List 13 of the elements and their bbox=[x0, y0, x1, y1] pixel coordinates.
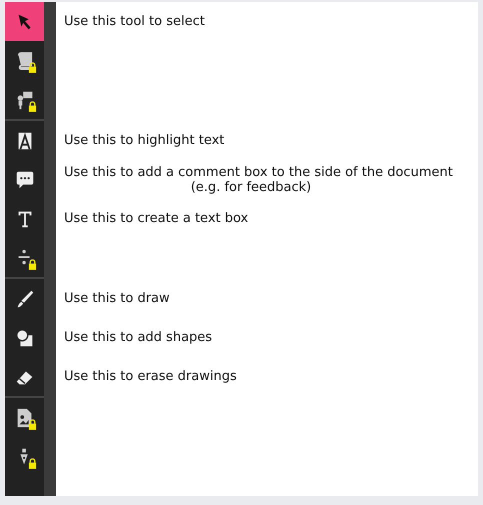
lock-icon bbox=[28, 458, 37, 469]
tool-description: Use this to highlight text bbox=[64, 133, 226, 148]
lock-icon bbox=[28, 62, 37, 73]
lock-icon bbox=[28, 419, 37, 430]
tool-description: Use this to add shapes bbox=[64, 330, 214, 345]
tool-description: Use this to create a text box bbox=[64, 211, 250, 226]
tool-description: Use this to add a comment box to the side of the document bbox=[64, 164, 454, 180]
tool-description: Use this tool to select bbox=[64, 14, 206, 29]
lock-icon bbox=[28, 101, 37, 112]
tool-note: (e.g. for feedback) bbox=[190, 180, 312, 194]
tool-description: Use this to draw bbox=[64, 291, 171, 306]
tool-description: Use this to erase drawings bbox=[64, 369, 238, 384]
lock-icon bbox=[28, 259, 37, 270]
